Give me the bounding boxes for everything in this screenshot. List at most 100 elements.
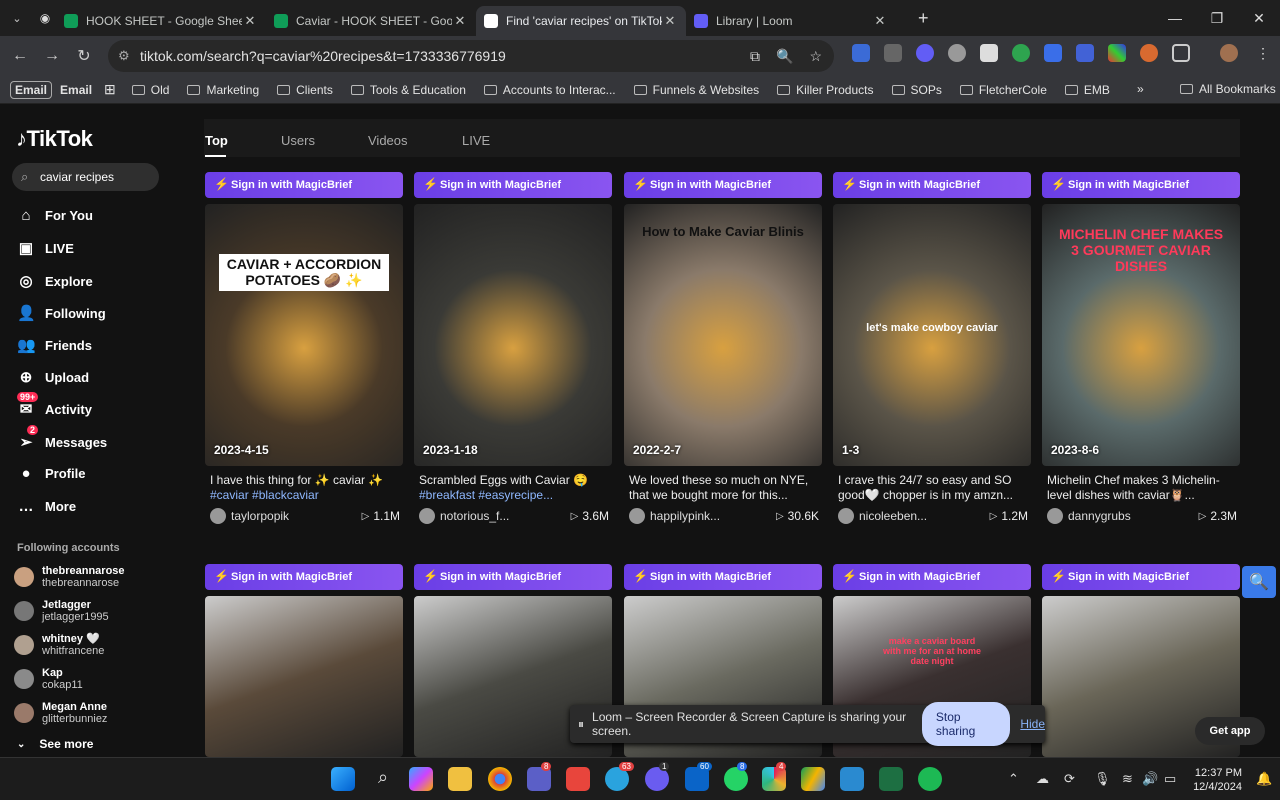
creator-username[interactable]: happilypink...	[650, 509, 776, 523]
all-bookmarks[interactable]: All Bookmarks	[1180, 82, 1276, 96]
video-thumbnail[interactable]: MICHELIN CHEF MAKES 3 GOURMET CAVIAR DIS…	[1042, 204, 1240, 466]
sidebar-item-profile[interactable]: ● Profile	[17, 465, 85, 482]
tab-top[interactable]: Top	[205, 133, 228, 148]
puzzle-icon[interactable]	[1172, 44, 1190, 62]
back-button[interactable]: ←	[4, 47, 36, 65]
close-tab-icon[interactable]: ✕	[452, 13, 468, 29]
sync-icon[interactable]: ⟳	[1064, 771, 1075, 787]
notification-bell-icon[interactable]: 🔔	[1256, 771, 1272, 787]
battery-icon[interactable]: ▭	[1164, 771, 1176, 787]
file-explorer-icon[interactable]	[448, 767, 472, 791]
zoom-icon[interactable]: 🔍	[776, 48, 793, 65]
video-thumbnail[interactable]: let's make cowboy caviar 1-3	[833, 204, 1031, 466]
sidebar-item-messages[interactable]: ➢ Messages 2	[17, 425, 107, 451]
menu-kebab-icon[interactable]: ⋮	[1256, 45, 1270, 62]
magicbrief-signin-button[interactable]: ⚡ Sign in with MagicBrief	[1042, 564, 1240, 590]
get-app-button[interactable]: Get app	[1195, 717, 1265, 745]
extension-icon[interactable]	[1108, 44, 1126, 62]
magicbrief-signin-button[interactable]: ⚡ Sign in with MagicBrief	[833, 172, 1031, 198]
tab-users[interactable]: Users	[281, 133, 315, 148]
close-window-button[interactable]: ✕	[1238, 10, 1280, 27]
bookmark-folder[interactable]: EMB	[1064, 83, 1110, 97]
stop-sharing-button[interactable]: Stop sharing	[921, 702, 1011, 746]
sidebar-item-following[interactable]: 👤 Following	[17, 304, 106, 322]
close-tab-icon[interactable]: ✕	[662, 13, 678, 29]
reload-button[interactable]: ↻	[68, 46, 100, 66]
avatar[interactable]	[210, 508, 226, 524]
sidebar-item-activity[interactable]: ✉ Activity 99+	[17, 392, 92, 418]
following-account[interactable]: Jetlagger jetlagger1995	[14, 599, 109, 623]
site-info-icon[interactable]: ⚙	[118, 48, 130, 64]
following-account[interactable]: Megan Anne glitterbunniez	[14, 701, 107, 725]
browser-tab[interactable]: HOOK SHEET - Google Sheets ✕	[56, 6, 266, 36]
avatar[interactable]	[1220, 44, 1238, 62]
hashtags[interactable]: #breakfast #easyrecipe...	[419, 488, 553, 502]
video-thumbnail[interactable]	[205, 596, 403, 757]
extension-icon[interactable]	[884, 44, 902, 62]
following-account[interactable]: Kap cokap11	[14, 667, 83, 691]
bookmark-star-icon[interactable]: ☆	[809, 48, 822, 65]
tab-videos[interactable]: Videos	[368, 133, 408, 148]
video-description[interactable]: Scrambled Eggs with Caviar 🤤 #breakfast …	[419, 473, 609, 503]
tab-search-button[interactable]: ⌄	[0, 12, 34, 25]
close-tab-icon[interactable]: ✕	[242, 13, 258, 29]
magicbrief-signin-button[interactable]: ⚡ Sign in with MagicBrief	[833, 564, 1031, 590]
address-bar[interactable]: ⚙ tiktok.com/search?q=caviar%20recipes&t…	[108, 40, 834, 72]
email-bookmark-2[interactable]: Email	[60, 83, 92, 97]
tab-live[interactable]: LIVE	[462, 133, 490, 148]
start-icon[interactable]	[331, 767, 355, 791]
magicbrief-signin-button[interactable]: ⚡ Sign in with MagicBrief	[205, 564, 403, 590]
avatar[interactable]	[629, 508, 645, 524]
bookmark-folder[interactable]: Funnels & Websites	[633, 83, 759, 97]
browser-tab[interactable]: Library | Loom ✕	[686, 6, 896, 36]
browser-tab[interactable]: Find 'caviar recipes' on TikTok | ✕	[476, 6, 686, 36]
magnifier-icon[interactable]: 🔍	[1242, 566, 1276, 598]
forward-button[interactable]: →	[36, 47, 68, 65]
whatsapp-icon[interactable]	[724, 767, 748, 791]
sidebar-item-explore[interactable]: ◎ Explore	[17, 272, 92, 290]
extension-icon[interactable]	[1140, 44, 1158, 62]
more-bookmarks-icon[interactable]: »	[1137, 82, 1144, 96]
following-account[interactable]: thebreannarose thebreannarose	[14, 565, 125, 589]
maximize-button[interactable]: ❐	[1196, 10, 1238, 27]
creator-username[interactable]: notorious_f...	[440, 509, 571, 523]
extension-icon[interactable]	[1076, 44, 1094, 62]
extension-icon[interactable]	[980, 44, 998, 62]
bookmark-folder[interactable]: Old	[131, 83, 169, 97]
avatar[interactable]	[1047, 508, 1063, 524]
hashtags[interactable]: #caviar #blackcaviar	[210, 488, 319, 502]
sidebar-item-friends[interactable]: 👥 Friends	[17, 336, 92, 354]
video-thumbnail[interactable]: CAVIAR + ACCORDION POTATOES 🥔 ✨ 2023-4-1…	[205, 204, 403, 466]
wifi-icon[interactable]: ≋	[1122, 771, 1133, 787]
spotify-icon[interactable]	[918, 767, 942, 791]
app-s2-icon[interactable]	[840, 767, 864, 791]
mic-icon[interactable]: 🎙	[1094, 771, 1111, 787]
chrome-icon[interactable]	[488, 767, 512, 791]
see-more-button[interactable]: ⌄ See more	[17, 737, 93, 751]
bookmark-folder[interactable]: Marketing	[187, 83, 259, 97]
copilot-icon[interactable]	[409, 767, 433, 791]
video-description[interactable]: Michelin Chef makes 3 Michelin-level dis…	[1047, 473, 1237, 503]
browser-tab[interactable]: Caviar - HOOK SHEET - Google ✕	[266, 6, 476, 36]
extension-icon[interactable]	[1044, 44, 1062, 62]
extension-icon[interactable]	[852, 44, 870, 62]
drag-handle-icon[interactable]: ⏸	[578, 717, 584, 732]
sidebar-item-live[interactable]: ▣ LIVE	[17, 239, 74, 257]
extension-icon[interactable]	[1012, 44, 1030, 62]
search-icon[interactable]: ⌕	[371, 767, 395, 791]
new-tab-button[interactable]: +	[918, 8, 929, 29]
magicbrief-signin-button[interactable]: ⚡ Sign in with MagicBrief	[624, 564, 822, 590]
video-thumbnail[interactable]: 2023-1-18	[414, 204, 612, 466]
app-s-icon[interactable]	[566, 767, 590, 791]
sidebar-item-for-you[interactable]: ⌂ For You	[17, 207, 92, 224]
search-input[interactable]: ⌕ caviar recipes	[12, 163, 159, 191]
clock[interactable]: 12:37 PM 12/4/2024	[1193, 766, 1242, 794]
video-description[interactable]: I crave this 24/7 so easy and SO good🤍 c…	[838, 473, 1028, 503]
following-account[interactable]: whitney 🤍 whitfrancene	[14, 633, 104, 657]
install-icon[interactable]: ⧉	[750, 48, 760, 65]
email-bookmark[interactable]: Email	[10, 80, 53, 99]
hide-link[interactable]: Hide	[1020, 717, 1045, 731]
minimize-button[interactable]: —	[1154, 10, 1196, 26]
magicbrief-signin-button[interactable]: ⚡ Sign in with MagicBrief	[624, 172, 822, 198]
creator-username[interactable]: nicoleeben...	[859, 509, 990, 523]
